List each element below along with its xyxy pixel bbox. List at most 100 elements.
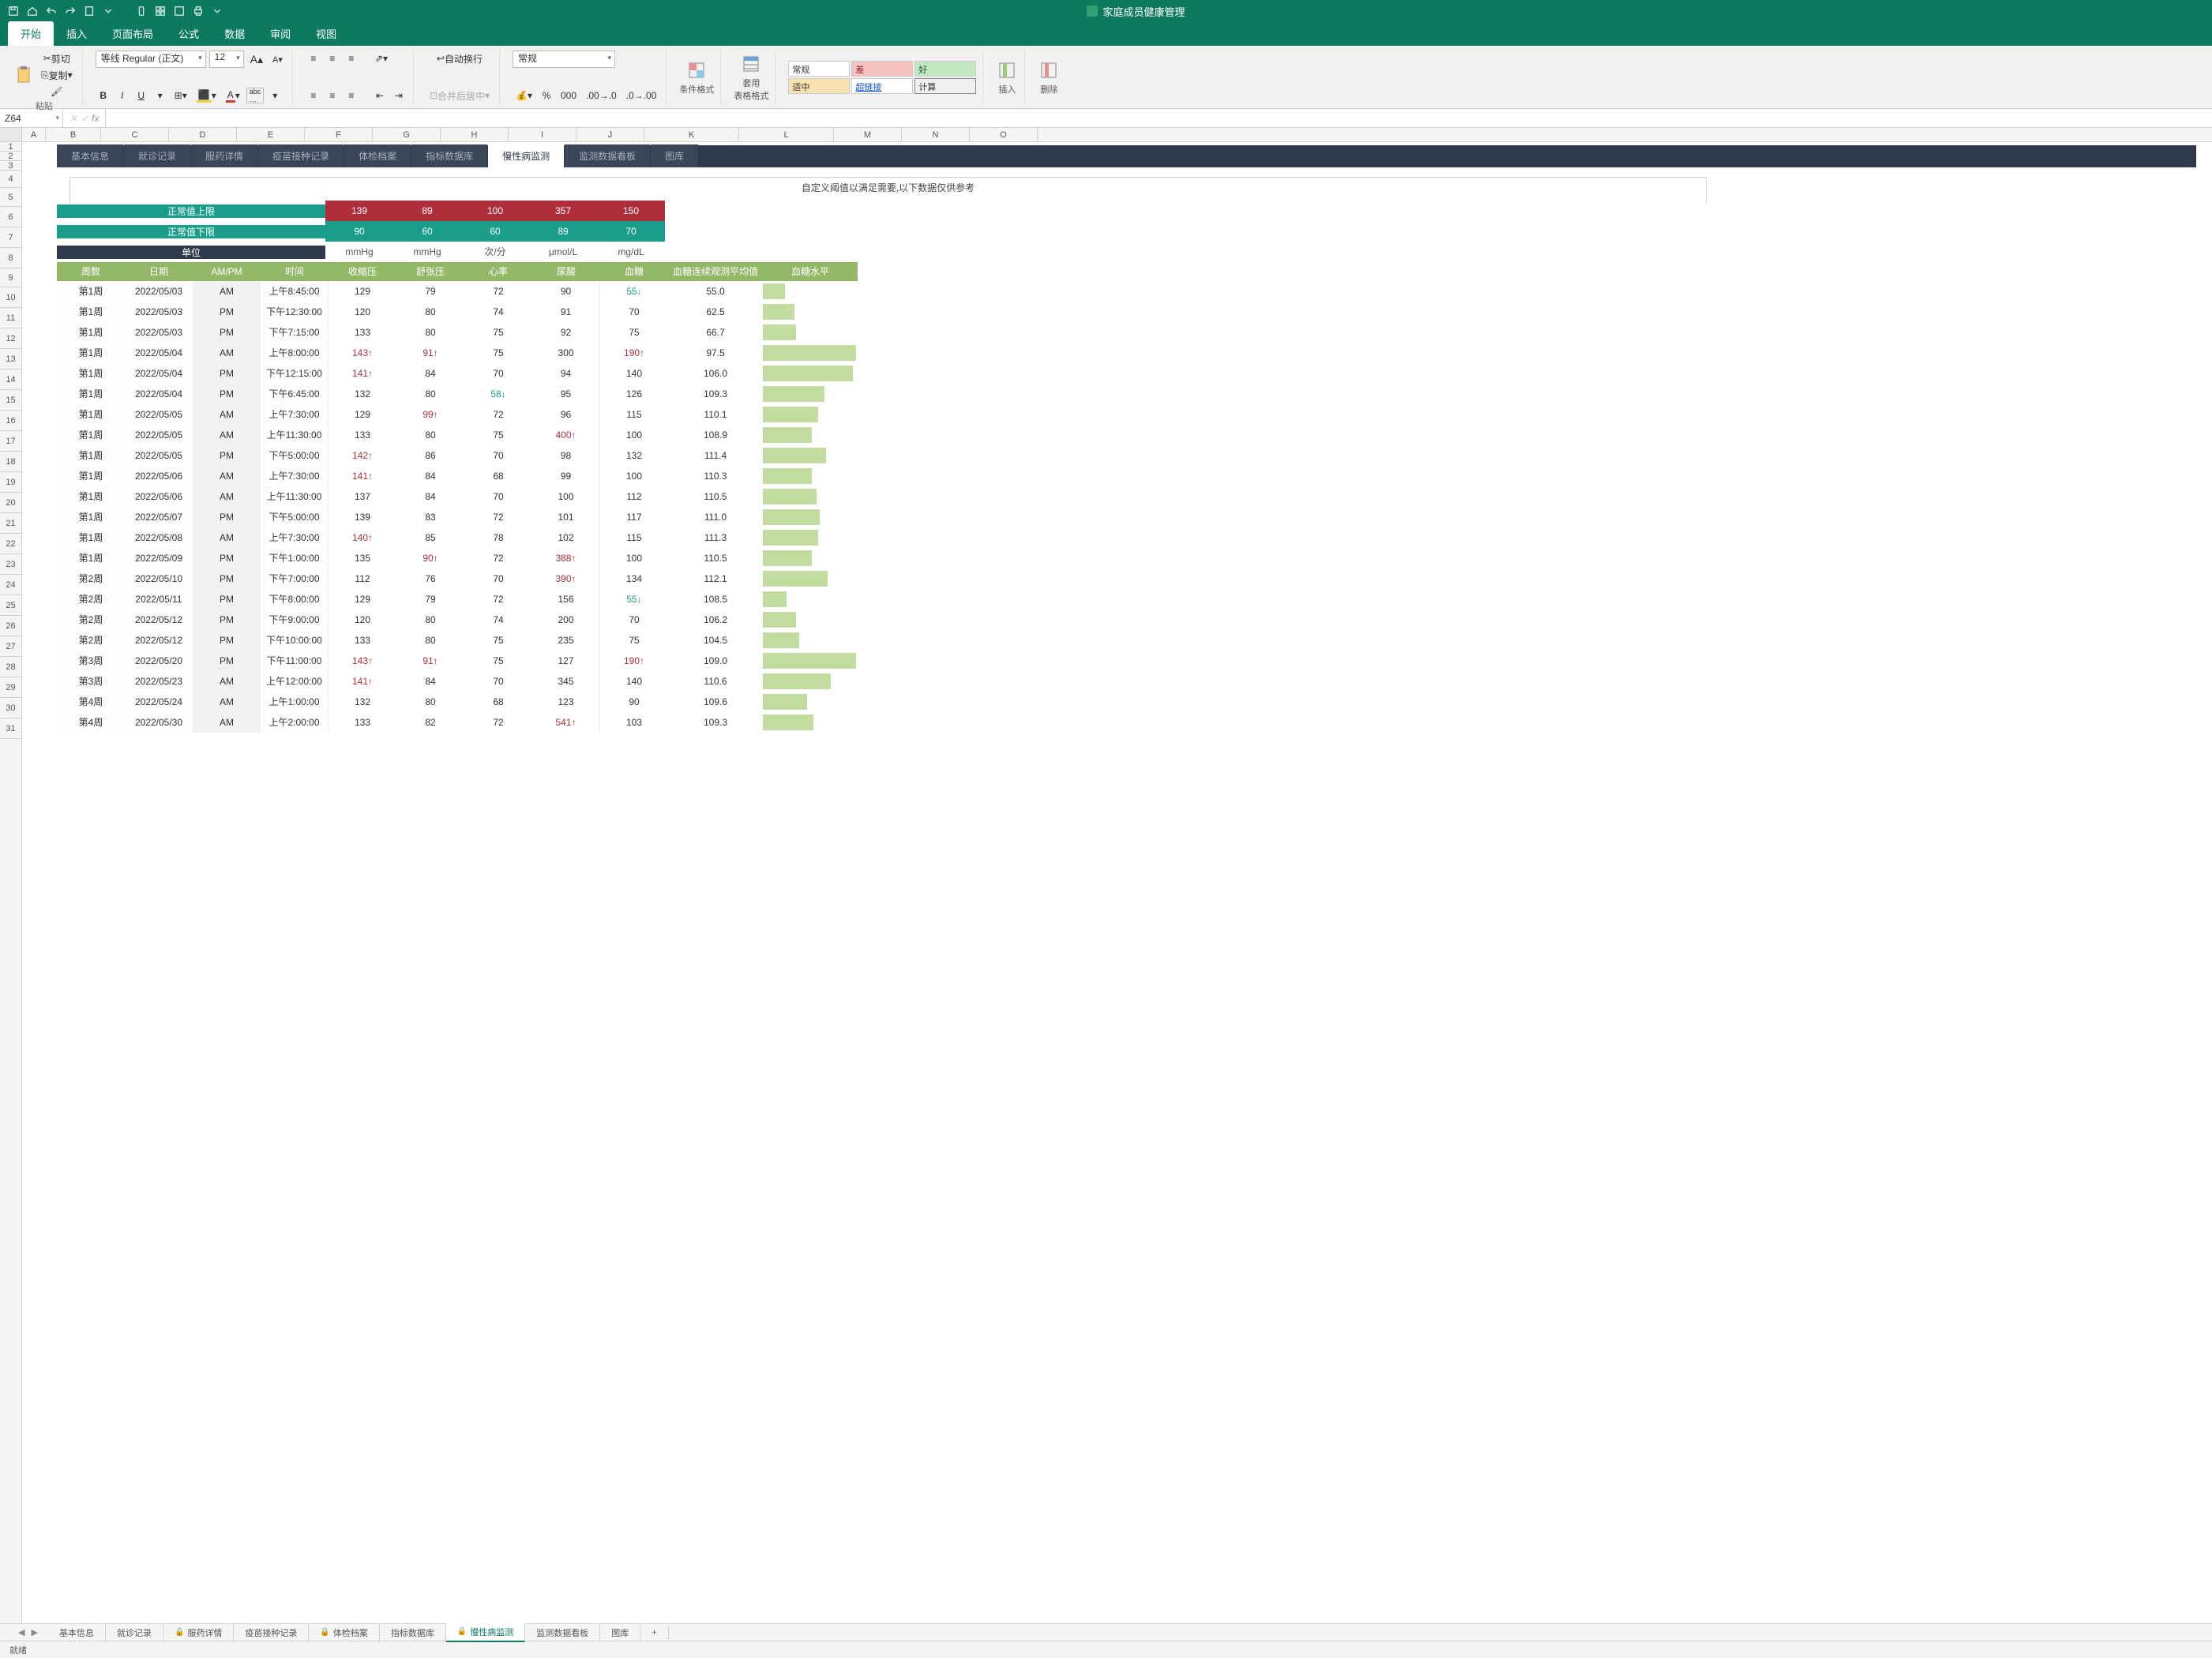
nav-tab-8[interactable]: 图库 xyxy=(651,144,698,167)
insert-group[interactable]: 插入 xyxy=(990,49,1025,105)
save2-icon[interactable] xyxy=(172,4,186,18)
name-box[interactable]: Z64 xyxy=(0,109,63,127)
nav-tab-2[interactable]: 服药详情 xyxy=(191,144,257,167)
row-3[interactable]: 3 xyxy=(0,161,21,171)
confirm-icon[interactable]: ✓ xyxy=(81,113,88,124)
nav-tab-5[interactable]: 指标数据库 xyxy=(411,144,487,167)
row-7[interactable]: 7 xyxy=(0,227,21,248)
phone-icon[interactable] xyxy=(134,4,148,18)
page-icon[interactable] xyxy=(82,4,96,18)
row-8[interactable]: 8 xyxy=(0,248,21,268)
bold-button[interactable]: B xyxy=(96,88,111,103)
col-N[interactable]: N xyxy=(902,128,970,141)
style-normal[interactable]: 常规 xyxy=(788,61,850,77)
col-L[interactable]: L xyxy=(739,128,834,141)
row-25[interactable]: 25 xyxy=(0,595,21,616)
row-27[interactable]: 27 xyxy=(0,636,21,657)
redo-icon[interactable] xyxy=(63,4,77,18)
cells-area[interactable]: 基本信息就诊记录服药详情疫苗接种记录体检档案指标数据库慢性病监测监测数据看板图库… xyxy=(22,142,2212,1623)
style-neutral[interactable]: 适中 xyxy=(788,78,850,94)
align-right-button[interactable]: ≡ xyxy=(344,88,359,103)
row-21[interactable]: 21 xyxy=(0,513,21,534)
col-F[interactable]: F xyxy=(305,128,373,141)
row-26[interactable]: 26 xyxy=(0,616,21,636)
grid-icon[interactable] xyxy=(153,4,167,18)
font-color-button[interactable]: A▾ xyxy=(223,88,243,103)
cond-format-group[interactable]: 条件格式 xyxy=(673,49,721,105)
dec-decimal-button[interactable]: .0→.00 xyxy=(623,88,660,103)
fill-color-button[interactable]: ⬛▾ xyxy=(193,88,220,103)
comma-button[interactable]: 000 xyxy=(558,88,580,103)
delete-group[interactable]: 删除 xyxy=(1031,49,1066,105)
style-good[interactable]: 好 xyxy=(914,61,976,77)
menu-tab-4[interactable]: 数据 xyxy=(212,21,257,46)
decrease-font-button[interactable]: A▾ xyxy=(269,51,286,67)
currency-button[interactable]: 💰▾ xyxy=(513,88,535,103)
indent-dec-button[interactable]: ⇤ xyxy=(372,88,388,103)
home-icon[interactable] xyxy=(25,4,39,18)
underline-dropdown[interactable]: ▾ xyxy=(152,88,168,103)
save-icon[interactable] xyxy=(6,4,21,18)
cancel-icon[interactable]: ✕ xyxy=(69,113,77,124)
sheet-tab[interactable]: 🔒体检档案 xyxy=(309,1623,379,1642)
nav-tab-0[interactable]: 基本信息 xyxy=(57,144,123,167)
last-sheet-button[interactable]: ▶ xyxy=(28,1627,39,1637)
menu-tab-1[interactable]: 插入 xyxy=(54,21,100,46)
row-4[interactable]: 4 xyxy=(0,171,21,188)
row-12[interactable]: 12 xyxy=(0,328,21,349)
sheet-tab[interactable]: 就诊记录 xyxy=(106,1623,163,1642)
row-9[interactable]: 9 xyxy=(0,268,21,287)
col-B[interactable]: B xyxy=(46,128,101,141)
row-19[interactable]: 19 xyxy=(0,472,21,493)
indent-inc-button[interactable]: ⇥ xyxy=(391,88,407,103)
col-J[interactable]: J xyxy=(576,128,644,141)
border-button[interactable]: ⊞▾ xyxy=(171,88,190,103)
first-sheet-button[interactable]: ◀ xyxy=(16,1627,27,1637)
phonetic-button[interactable]: abc… xyxy=(246,88,265,103)
align-center-button[interactable]: ≡ xyxy=(325,88,340,103)
fx-icon[interactable]: fx xyxy=(92,113,99,124)
brush-button[interactable]: 🖌 xyxy=(38,84,76,99)
col-K[interactable]: K xyxy=(644,128,739,141)
number-format-select[interactable]: 常规 xyxy=(513,51,615,68)
phonetic-dropdown[interactable]: ▾ xyxy=(267,88,283,103)
nav-tab-1[interactable]: 就诊记录 xyxy=(124,144,190,167)
col-G[interactable]: G xyxy=(373,128,441,141)
col-D[interactable]: D xyxy=(169,128,237,141)
sheet-tab[interactable]: 图库 xyxy=(600,1623,640,1642)
row-20[interactable]: 20 xyxy=(0,493,21,513)
table-format-group[interactable]: 套用 表格格式 xyxy=(727,49,776,105)
row-2[interactable]: 2 xyxy=(0,152,21,161)
nav-tab-7[interactable]: 监测数据看板 xyxy=(565,144,650,167)
row-15[interactable]: 15 xyxy=(0,390,21,411)
style-link[interactable]: 超链接 xyxy=(851,78,913,94)
sheet-tab[interactable]: 基本信息 xyxy=(48,1623,106,1642)
row-28[interactable]: 28 xyxy=(0,657,21,677)
row-17[interactable]: 17 xyxy=(0,431,21,452)
print-icon[interactable] xyxy=(191,4,205,18)
nav-tab-4[interactable]: 体检档案 xyxy=(344,144,411,167)
nav-tab-6[interactable]: 慢性病监测 xyxy=(488,144,564,167)
percent-button[interactable]: % xyxy=(539,88,554,103)
paste-icon[interactable] xyxy=(13,64,35,86)
inc-decimal-button[interactable]: .00→.0 xyxy=(583,88,620,103)
formula-input[interactable] xyxy=(106,109,2212,127)
select-all-corner[interactable] xyxy=(0,128,22,141)
row-18[interactable]: 18 xyxy=(0,452,21,472)
col-E[interactable]: E xyxy=(237,128,305,141)
sheet-tab[interactable]: 指标数据库 xyxy=(380,1623,446,1642)
col-I[interactable]: I xyxy=(509,128,576,141)
cut-button[interactable]: ✂ 剪切 xyxy=(38,51,76,66)
row-31[interactable]: 31 xyxy=(0,718,21,739)
merge-button[interactable]: ⊡ 合并后居中 ▾ xyxy=(426,88,493,103)
add-sheet-button[interactable]: + xyxy=(640,1626,668,1640)
sheet-tab[interactable]: 监测数据看板 xyxy=(525,1623,600,1642)
align-mid-button[interactable]: ≡ xyxy=(325,51,340,66)
italic-button[interactable]: I xyxy=(115,88,130,103)
row-16[interactable]: 16 xyxy=(0,411,21,431)
dropdown-icon[interactable] xyxy=(101,4,115,18)
row-23[interactable]: 23 xyxy=(0,554,21,575)
align-left-button[interactable]: ≡ xyxy=(306,88,321,103)
increase-font-button[interactable]: A▴ xyxy=(247,51,266,67)
col-A[interactable]: A xyxy=(22,128,46,141)
